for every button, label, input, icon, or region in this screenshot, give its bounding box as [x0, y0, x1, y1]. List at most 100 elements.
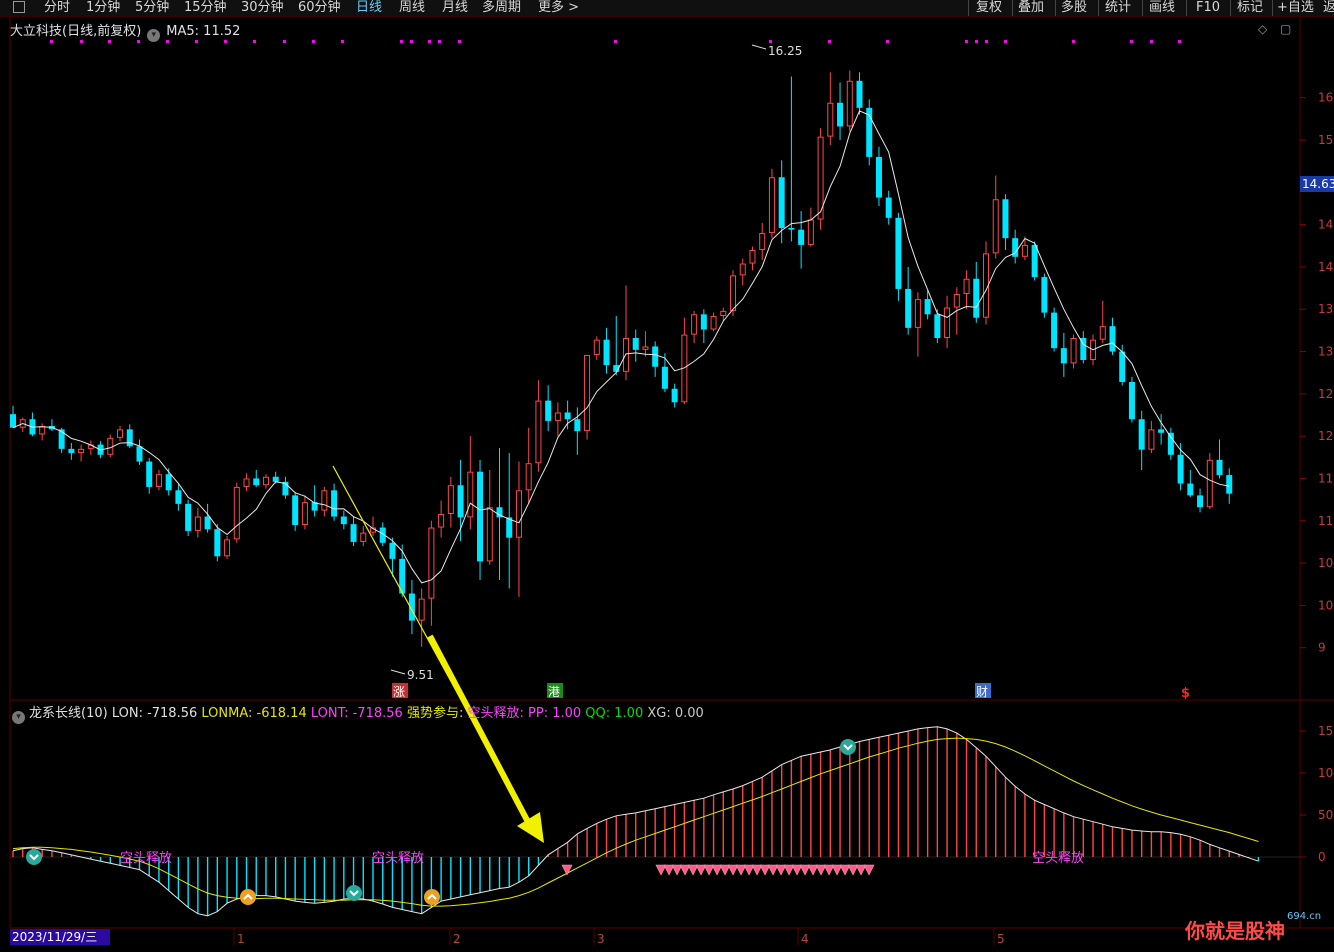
diamond-icon[interactable]: ◇: [1258, 22, 1267, 36]
y-tick-label: 11: [1318, 471, 1333, 485]
candle-body: [58, 429, 65, 449]
candle-body: [1070, 338, 1077, 364]
candle-body: [292, 495, 299, 525]
ma5-line: [12, 110, 1230, 584]
kline-chart[interactable]: 161515141413131212111110109 1510500 16.2…: [0, 0, 1334, 952]
candle-body: [895, 217, 902, 289]
candle-body: [914, 299, 921, 328]
candle-body: [1206, 459, 1213, 508]
short-release-label: 空头释放: [120, 851, 172, 866]
short-release-label: 空头释放: [1032, 851, 1084, 866]
candle-body: [1128, 382, 1135, 420]
ma5-value: MA5: 11.52: [166, 24, 241, 39]
candle-body: [428, 527, 435, 599]
x-tick: 1: [237, 932, 245, 946]
pp-value: PP: 1.00: [528, 706, 582, 721]
candle-body: [185, 503, 192, 531]
y-tick-label: 13: [1318, 345, 1333, 359]
short-release-value: 空头释放:: [467, 706, 524, 721]
signal-dot: [428, 40, 431, 43]
candle-body: [233, 486, 240, 540]
indicator-y-axis: 15 10 50 0: [1300, 724, 1333, 864]
candle-body: [691, 314, 698, 335]
xg-value: XG: 0.00: [647, 706, 704, 721]
signal-dot: [1130, 40, 1133, 43]
signal-dot: [1150, 40, 1153, 43]
settings-icon[interactable]: ▾: [147, 29, 161, 42]
y-tick-label: 11: [1318, 514, 1333, 528]
high-price-label: 16.25: [768, 44, 802, 58]
candle-body: [175, 490, 182, 504]
marker-dollar: $: [1181, 686, 1190, 701]
candle-body: [39, 426, 46, 435]
y-tick-label: 10: [1318, 598, 1333, 612]
signal-dot: [769, 40, 772, 43]
signal-dot: [965, 40, 968, 43]
candle-body: [486, 507, 493, 562]
marker-cai: 财: [976, 685, 988, 699]
signal-dot: [614, 40, 617, 43]
strong-participate-label: 强势参与:: [406, 706, 464, 721]
candle-body: [389, 542, 396, 559]
strong-diamond: [561, 864, 573, 876]
candle-body: [1002, 199, 1009, 239]
y-tick-label: 12: [1318, 387, 1333, 401]
high-annotation: 16.25: [751, 44, 802, 58]
candle-body: [457, 485, 464, 518]
candle-body: [272, 476, 279, 482]
signal-dot: [438, 40, 441, 43]
candle-body: [642, 346, 649, 350]
candle-body: [992, 199, 999, 254]
y-tick-label: 14: [1318, 260, 1333, 274]
candle-body: [331, 490, 338, 517]
candle-body: [360, 532, 367, 542]
candle-body: [749, 250, 756, 264]
signal-dot: [341, 40, 344, 43]
candle-body: [593, 339, 600, 355]
chart-header: 大立科技(日线,前复权) ▾ MA5: 11.52: [10, 20, 240, 42]
candle-body: [1021, 244, 1028, 257]
sell-signal-icon: [26, 849, 42, 865]
candle-body: [768, 177, 775, 234]
candle-body: [1177, 454, 1184, 484]
current-price-label: 14.63: [1300, 176, 1334, 192]
candle-body: [214, 529, 221, 557]
candle-body: [856, 80, 863, 108]
watermark-site: 694.cn: [1287, 911, 1322, 922]
candle-body: [1226, 475, 1233, 494]
window-icon[interactable]: ▢: [1280, 22, 1291, 36]
signal-dot: [410, 40, 413, 43]
candle-body: [739, 263, 746, 276]
y-tick-label: 13: [1318, 302, 1333, 316]
signal-dot: [975, 40, 978, 43]
sell-signal-icon: [840, 739, 856, 755]
candle-body: [603, 339, 610, 366]
candle-body: [1031, 244, 1038, 278]
candle-body: [107, 437, 114, 455]
candle-body: [1109, 326, 1116, 352]
candle-body: [661, 366, 668, 389]
candle-body: [438, 514, 445, 528]
candle-body: [953, 294, 960, 308]
candle-body: [846, 80, 853, 127]
signal-dot: [828, 40, 831, 43]
candle-body: [924, 299, 931, 315]
candle-body: [905, 288, 912, 328]
lont-value: LONT: -718.56: [310, 706, 403, 721]
candle-body: [321, 490, 328, 511]
lon-value: LON: -718.56: [111, 706, 198, 721]
indicator-settings-icon[interactable]: ▾: [12, 711, 25, 724]
sell-signal-icon: [346, 885, 362, 901]
indicator-header: ▾ 龙系长线(10) LON: -718.56 LONMA: -618.14 LO…: [12, 702, 704, 724]
candle-body: [350, 524, 357, 542]
signal-dot: [1004, 40, 1007, 43]
candle-body: [700, 314, 707, 330]
candle-body: [418, 598, 425, 621]
candle-body: [467, 471, 474, 518]
candle-body: [1051, 312, 1058, 349]
short-release-label: 空头释放: [372, 851, 424, 866]
candle-body: [944, 307, 951, 338]
candle-body: [564, 412, 571, 420]
candle-body: [554, 412, 561, 421]
x-axis: 1 2 3 4 5: [233, 928, 1005, 946]
